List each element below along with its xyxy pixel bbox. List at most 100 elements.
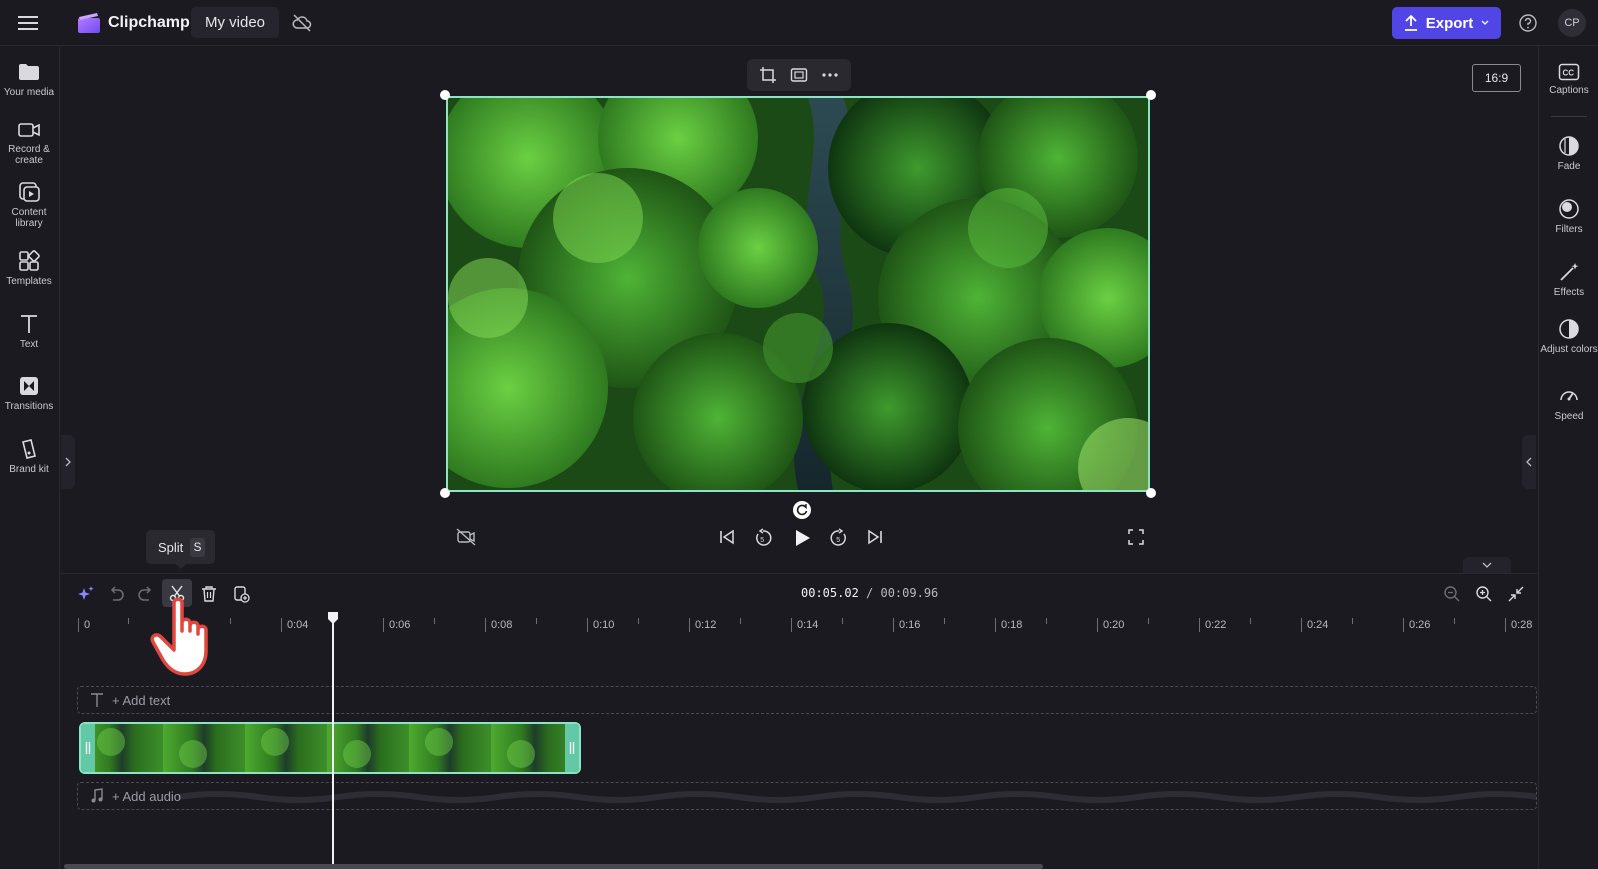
clip-thumbnails bbox=[81, 724, 579, 772]
ruler-tick bbox=[740, 618, 741, 624]
ruler-label: 0:16 bbox=[893, 618, 920, 632]
fullscreen-icon[interactable] bbox=[1127, 528, 1145, 546]
ruler-tick bbox=[944, 618, 945, 624]
rotate-handle-icon[interactable] bbox=[793, 501, 811, 519]
skip-forward-icon[interactable] bbox=[866, 528, 884, 546]
cloud-off-icon[interactable] bbox=[292, 14, 312, 32]
sidebar-item-content-library[interactable]: Content library bbox=[0, 181, 58, 229]
collapse-right-panel-button[interactable] bbox=[1522, 435, 1536, 489]
clip-trim-handle-left[interactable] bbox=[81, 724, 95, 772]
video-clip[interactable] bbox=[79, 722, 581, 774]
ruler-label: 0:24 bbox=[1301, 618, 1328, 632]
resize-handle-top-left[interactable] bbox=[440, 90, 450, 100]
ruler-tick bbox=[1046, 618, 1047, 624]
ruler-tick bbox=[1250, 618, 1251, 624]
app-name: Clipchamp bbox=[108, 14, 190, 31]
ruler-label: 0:18 bbox=[995, 618, 1022, 632]
effects-icon bbox=[1560, 263, 1579, 281]
expand-left-panel-button[interactable] bbox=[61, 435, 75, 489]
rewind-5-icon[interactable]: 5 bbox=[753, 528, 773, 548]
grip-icon bbox=[85, 742, 91, 754]
sidebar-item-label: Transitions bbox=[4, 401, 54, 412]
playhead[interactable] bbox=[332, 622, 334, 869]
sidebar-item-label: Fade bbox=[1557, 161, 1581, 172]
tooltip-arrow bbox=[175, 563, 187, 569]
grip-icon bbox=[569, 742, 575, 754]
filters-icon bbox=[1559, 199, 1579, 219]
undo-icon[interactable] bbox=[104, 582, 128, 606]
timeline-ruler[interactable]: 0 0:04 0:06 0:08 0:10 0:12 0:14 0:16 0:1… bbox=[61, 611, 1537, 635]
export-button[interactable]: Export bbox=[1392, 7, 1501, 39]
zoom-in-icon[interactable] bbox=[1472, 582, 1496, 606]
play-icon[interactable] bbox=[792, 528, 812, 548]
clip-trim-handle-right[interactable] bbox=[565, 724, 579, 772]
duplicate-icon[interactable] bbox=[229, 582, 253, 606]
skip-back-icon[interactable] bbox=[718, 528, 736, 546]
more-icon[interactable] bbox=[821, 72, 839, 78]
adjust-colors-icon bbox=[1559, 319, 1579, 339]
ruler-label: 0:20 bbox=[1097, 618, 1124, 632]
fade-icon bbox=[1559, 136, 1579, 156]
ruler-tick bbox=[536, 618, 537, 624]
resize-handle-bottom-left[interactable] bbox=[440, 488, 450, 498]
zoom-out-icon[interactable] bbox=[1440, 582, 1464, 606]
project-name-field[interactable]: My video bbox=[191, 7, 280, 38]
avatar[interactable]: CP bbox=[1558, 9, 1586, 37]
sidebar-item-templates[interactable]: Templates bbox=[0, 250, 58, 287]
sidebar-item-transitions[interactable]: Transitions bbox=[0, 375, 58, 412]
timeline-toolbar: 00:05.02 / 00:09.96 bbox=[61, 573, 1537, 611]
add-audio-label: + Add audio bbox=[112, 789, 182, 804]
ruler-tick bbox=[1352, 618, 1353, 624]
text-icon bbox=[21, 315, 37, 333]
speed-icon bbox=[1560, 391, 1578, 401]
timecode: 00:05.02 / 00:09.96 bbox=[801, 586, 938, 600]
fit-timeline-icon[interactable] bbox=[1504, 582, 1528, 606]
sidebar-item-your-media[interactable]: Your media bbox=[0, 61, 58, 98]
ruler-tick bbox=[1454, 618, 1455, 624]
crop-icon[interactable] bbox=[759, 66, 777, 84]
preview-floating-toolbar bbox=[747, 59, 851, 91]
folder-icon bbox=[19, 64, 39, 80]
ruler-label: 0:14 bbox=[791, 618, 818, 632]
ai-magic-icon[interactable] bbox=[74, 582, 98, 606]
split-tooltip: Split S bbox=[146, 530, 215, 569]
resize-handle-top-right[interactable] bbox=[1146, 90, 1156, 100]
sidebar-item-brand-kit[interactable]: Brand kit bbox=[0, 438, 58, 475]
sidebar-item-effects[interactable]: Effects bbox=[1539, 261, 1598, 298]
fit-icon[interactable] bbox=[790, 67, 808, 83]
sidebar-item-captions[interactable]: CC Captions bbox=[1539, 63, 1598, 96]
add-text-track[interactable]: + Add text bbox=[77, 686, 1537, 714]
ruler-tick bbox=[434, 618, 435, 624]
sidebar-item-fade[interactable]: Fade bbox=[1539, 135, 1598, 172]
current-time: 00:05.02 bbox=[801, 586, 859, 600]
collapse-preview-button[interactable] bbox=[1463, 557, 1511, 573]
aspect-ratio-button[interactable]: 16:9 bbox=[1472, 64, 1521, 92]
sidebar-item-label: Speed bbox=[1554, 411, 1584, 422]
left-sidebar: Your media Record & create Content libra… bbox=[0, 47, 60, 869]
sidebar-item-label: Brand kit bbox=[9, 464, 49, 475]
export-label: Export bbox=[1425, 14, 1474, 32]
ruler-label: 0:08 bbox=[485, 618, 512, 632]
ruler-label: 0:04 bbox=[281, 618, 308, 632]
video-preview-canvas[interactable] bbox=[446, 96, 1150, 492]
top-bar: Clipchamp My video Export CP bbox=[0, 0, 1598, 46]
forward-5-icon[interactable]: 5 bbox=[829, 528, 849, 548]
ruler-tick bbox=[230, 618, 231, 624]
sidebar-item-adjust-colors[interactable]: Adjust colors bbox=[1539, 318, 1598, 355]
resize-handle-bottom-right[interactable] bbox=[1146, 488, 1156, 498]
sidebar-item-filters[interactable]: Filters bbox=[1539, 198, 1598, 235]
ruler-label: 0:28 bbox=[1505, 618, 1532, 632]
sidebar-item-label: Record & create bbox=[8, 144, 50, 166]
sidebar-item-text[interactable]: Text bbox=[0, 313, 58, 350]
help-icon[interactable] bbox=[1518, 13, 1538, 33]
add-text-label: + Add text bbox=[112, 693, 171, 708]
camera-hide-icon[interactable] bbox=[456, 528, 476, 546]
sidebar-item-speed[interactable]: Speed bbox=[1539, 385, 1598, 422]
sidebar-item-record-create[interactable]: Record & create bbox=[0, 120, 58, 166]
timeline-scrollbar[interactable] bbox=[64, 864, 1043, 869]
menu-icon[interactable] bbox=[16, 12, 40, 34]
add-audio-track[interactable]: + Add audio bbox=[77, 782, 1537, 810]
music-note-icon bbox=[91, 788, 103, 803]
ruler-tick bbox=[128, 618, 129, 624]
templates-icon bbox=[19, 250, 40, 271]
